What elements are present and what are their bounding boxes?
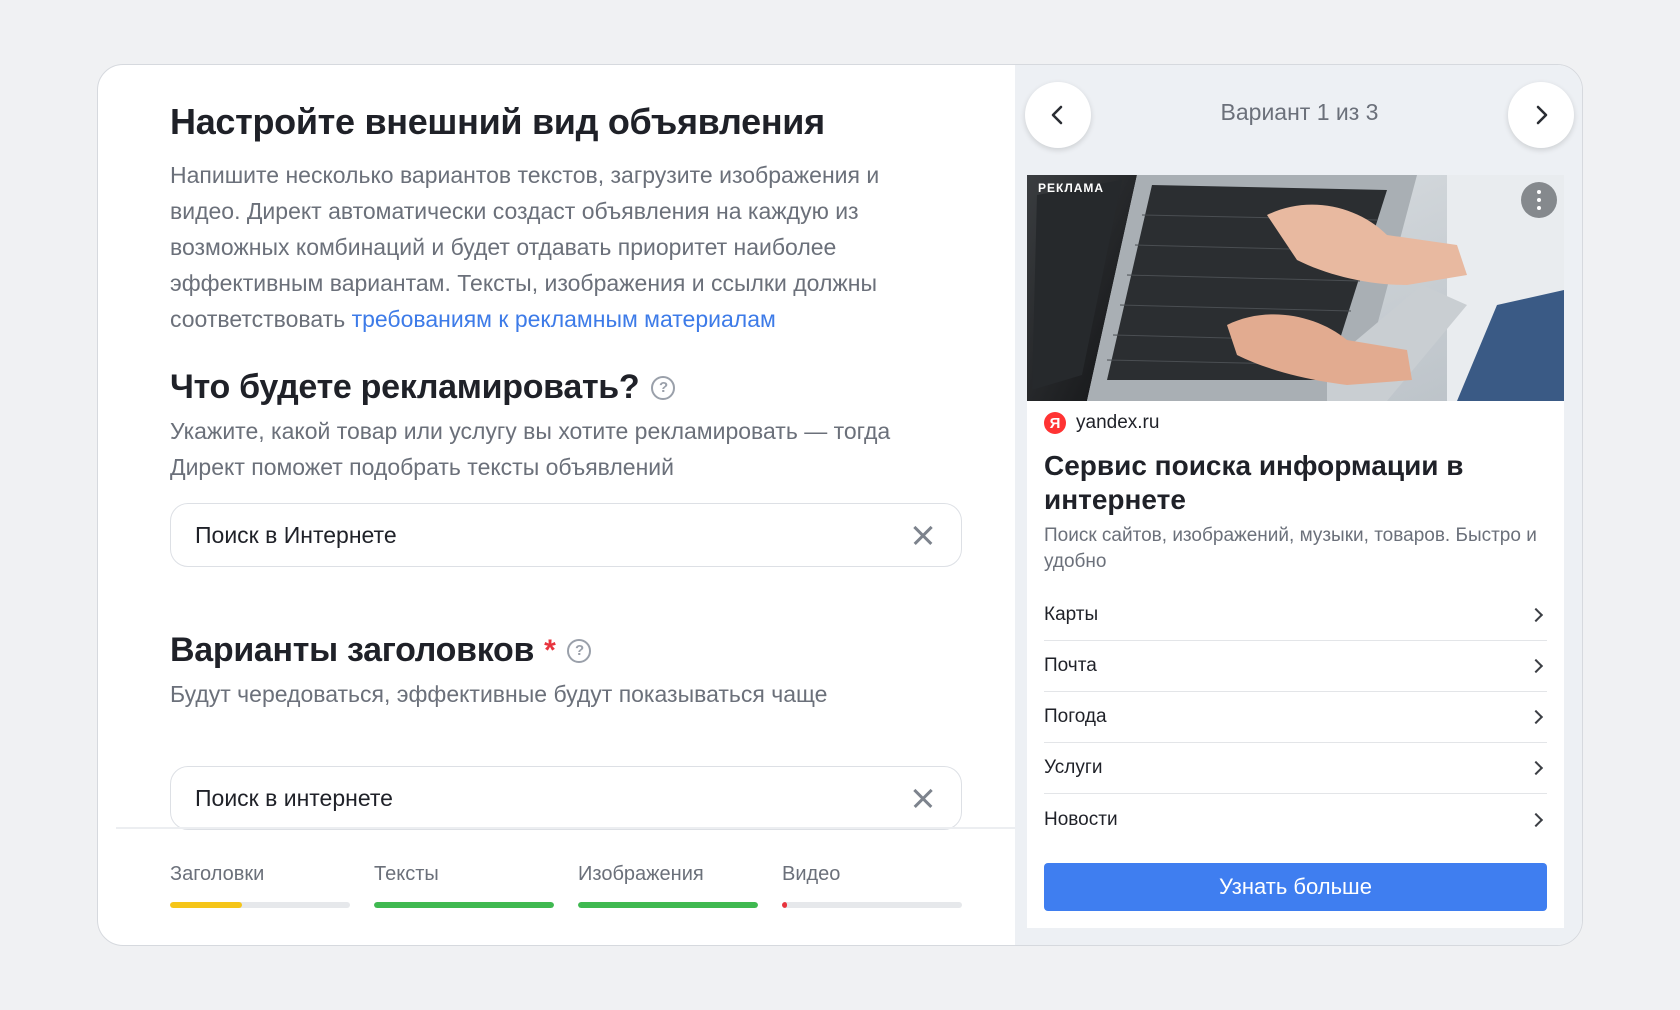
product-input-value[interactable]: Поиск в Интернете	[195, 522, 909, 549]
domain-text: yandex.ru	[1076, 412, 1160, 433]
ad-label: РЕКЛАМА	[1038, 181, 1105, 195]
more-options-icon[interactable]	[1521, 182, 1557, 218]
sitelink-label: Почта	[1044, 655, 1097, 676]
laptop-photo	[1027, 175, 1564, 401]
progress-bar	[170, 902, 350, 908]
progress-fill	[782, 902, 788, 908]
page-title: Настройте внешний вид объявления	[170, 101, 825, 142]
progress-item-headlines[interactable]: Заголовки	[170, 863, 350, 908]
headlines-title-text: Варианты заголовков	[170, 631, 535, 669]
chevron-right-icon	[1528, 709, 1544, 725]
sitelink-label: Карты	[1044, 604, 1099, 625]
preview-panel: Вариант 1 из 3 РЕКЛАМА Я yandex.ru Серви…	[1015, 65, 1582, 945]
progress-bar	[374, 902, 554, 908]
clear-icon[interactable]	[909, 784, 937, 812]
yandex-logo-icon: Я	[1044, 412, 1066, 434]
progress-fill	[578, 902, 758, 908]
divider	[116, 827, 1015, 829]
sitelink-label: Услуги	[1044, 757, 1103, 778]
chevron-right-icon	[1528, 658, 1544, 674]
next-variant-button[interactable]	[1508, 82, 1574, 148]
help-icon[interactable]: ?	[567, 638, 592, 663]
progress-label: Заголовки	[170, 863, 265, 885]
sitelinks: Карты Почта Погода Услуги Новости	[1044, 590, 1547, 845]
sitelink-label: Новости	[1044, 808, 1118, 830]
chevron-right-icon	[1528, 607, 1544, 623]
product-input[interactable]: Поиск в Интернете	[170, 503, 962, 567]
ad-text: Поиск сайтов, изображений, музыки, товар…	[1044, 525, 1537, 572]
headline-input-value[interactable]: Поиск в интернете	[195, 785, 909, 812]
progress-fill	[374, 902, 554, 908]
clear-icon[interactable]	[909, 521, 937, 549]
product-title-text: Что будете рекламировать?	[170, 368, 640, 406]
headline-input[interactable]: Поиск в интернете	[170, 766, 962, 830]
product-subtitle: Укажите, какой товар или услугу вы хотит…	[170, 418, 891, 480]
headlines-section-title: Варианты заголовков * ?	[170, 631, 592, 670]
editor-panel: Настройте внешний вид объявления Напишит…	[98, 65, 1015, 945]
sitelink[interactable]: Новости	[1044, 794, 1547, 845]
completion-progress: Заголовки Тексты Изображения Видео	[170, 863, 962, 908]
required-mark: *	[544, 633, 556, 667]
variant-counter: Вариант 1 из 3	[1220, 99, 1379, 125]
chevron-right-icon	[1536, 105, 1548, 125]
learn-more-button[interactable]: Узнать больше	[1044, 863, 1547, 911]
ad-editor-card: Настройте внешний вид объявления Напишит…	[97, 64, 1583, 946]
headlines-subtitle: Будут чередоваться, эффективные будут по…	[170, 681, 828, 707]
requirements-link[interactable]: требованиям к рекламным материалам	[352, 306, 776, 332]
chevron-right-icon	[1528, 760, 1544, 776]
progress-label: Тексты	[374, 863, 439, 885]
progress-label: Изображения	[578, 863, 704, 885]
ad-image: РЕКЛАМА	[1027, 175, 1564, 401]
sitelink[interactable]: Погода	[1044, 692, 1547, 743]
progress-label: Видео	[782, 863, 841, 885]
progress-fill	[170, 902, 242, 908]
ad-preview: РЕКЛАМА Я yandex.ru Сервис поиска информ…	[1027, 175, 1564, 928]
sitelink[interactable]: Услуги	[1044, 743, 1547, 794]
sitelink-label: Погода	[1044, 706, 1107, 727]
ad-domain[interactable]: Я yandex.ru	[1044, 412, 1159, 434]
product-section-title: Что будете рекламировать? ?	[170, 368, 676, 407]
ad-title[interactable]: Сервис поиска информации в интернете	[1044, 449, 1464, 517]
progress-item-video[interactable]: Видео	[782, 863, 962, 908]
page-description: Напишите несколько вариантов текстов, за…	[170, 157, 930, 337]
chevron-right-icon	[1528, 812, 1544, 827]
progress-bar	[782, 902, 962, 908]
sitelink[interactable]: Почта	[1044, 641, 1547, 692]
progress-item-images[interactable]: Изображения	[578, 863, 758, 908]
help-icon[interactable]: ?	[651, 375, 676, 400]
progress-bar	[578, 902, 758, 908]
progress-item-texts[interactable]: Тексты	[374, 863, 554, 908]
sitelink[interactable]: Карты	[1044, 590, 1547, 641]
